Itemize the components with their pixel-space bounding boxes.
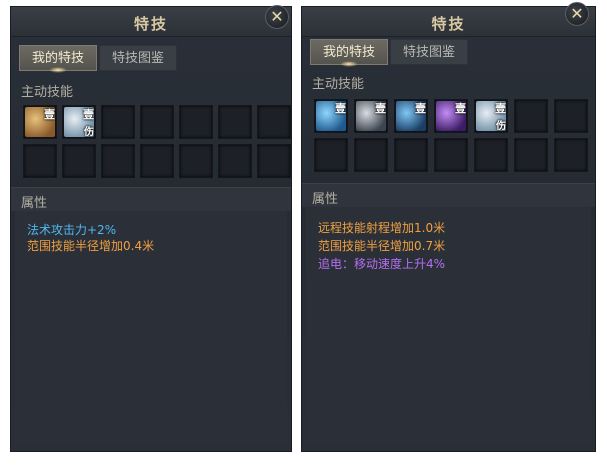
skill-tag-label: 伤 bbox=[84, 127, 94, 138]
skill-slot-empty[interactable] bbox=[179, 144, 213, 178]
skill-slot-empty[interactable] bbox=[257, 144, 291, 178]
tab-row: 我的特技 特技图鉴 bbox=[19, 45, 283, 73]
close-button[interactable]: ✕ bbox=[265, 5, 289, 29]
tab-skill-codex[interactable]: 特技图鉴 bbox=[99, 45, 177, 71]
skill-slot-filled[interactable]: 壹 bbox=[23, 105, 57, 139]
skill-slot-empty[interactable] bbox=[314, 138, 348, 172]
attributes-body: 远程技能射程增加1.0米 范围技能半径增加0.7米 追电：移动速度上升4% bbox=[306, 207, 591, 445]
attribute-line: 范围技能半径增加0.4米 bbox=[27, 239, 155, 253]
skill-slot-empty[interactable] bbox=[514, 138, 548, 172]
skill-slot-empty[interactable] bbox=[554, 138, 588, 172]
close-button[interactable]: ✕ bbox=[565, 2, 589, 26]
skill-rank-label: 壹 bbox=[495, 102, 506, 115]
attribute-line: 追电：移动速度上升4% bbox=[318, 257, 446, 271]
skill-slot-filled[interactable]: 壹 bbox=[394, 99, 428, 133]
tab-skill-codex[interactable]: 特技图鉴 bbox=[390, 39, 468, 65]
skill-panel-right: 特技 ✕ 我的特技 特技图鉴 主动技能 壹壹壹壹壹伤 属性 远程技能射程增加1.… bbox=[301, 2, 596, 452]
title-bar: 特技 bbox=[11, 7, 291, 37]
skill-slot-empty[interactable] bbox=[434, 138, 468, 172]
skill-slot-empty[interactable] bbox=[218, 105, 252, 139]
skill-slot-empty[interactable] bbox=[554, 99, 588, 133]
skill-slot-empty[interactable] bbox=[101, 144, 135, 178]
skill-rank-label: 壹 bbox=[415, 102, 426, 115]
attribute-line: 远程技能射程增加1.0米 bbox=[318, 221, 446, 235]
attributes-body: 法术攻击力+2% 范围技能半径增加0.4米 bbox=[15, 211, 287, 445]
title-bar: 特技 bbox=[302, 7, 595, 37]
skill-slot-empty[interactable] bbox=[62, 144, 96, 178]
panel-title: 特技 bbox=[133, 15, 168, 33]
skill-slot-empty[interactable] bbox=[474, 138, 508, 172]
active-skills-label: 主动技能 bbox=[21, 85, 74, 100]
skill-slot-empty[interactable] bbox=[140, 144, 174, 178]
skill-slot-empty[interactable] bbox=[514, 99, 548, 133]
skill-slot-empty[interactable] bbox=[140, 105, 174, 139]
skill-slot-empty[interactable] bbox=[218, 144, 252, 178]
skill-rank-label: 壹 bbox=[375, 102, 386, 115]
skill-slot-filled[interactable]: 壹 bbox=[354, 99, 388, 133]
skill-slot-filled[interactable]: 壹 bbox=[434, 99, 468, 133]
active-tab-glow bbox=[49, 67, 67, 73]
skill-slot-filled[interactable]: 壹 bbox=[314, 99, 348, 133]
attributes-label: 属性 bbox=[21, 196, 48, 211]
skill-slot-empty[interactable] bbox=[23, 144, 57, 178]
attribute-line: 范围技能半径增加0.7米 bbox=[318, 239, 446, 253]
skill-rank-label: 壹 bbox=[455, 102, 466, 115]
attributes-label: 属性 bbox=[312, 192, 339, 207]
skill-slot-empty[interactable] bbox=[101, 105, 135, 139]
panel-title: 特技 bbox=[431, 15, 466, 33]
attribute-line: 法术攻击力+2% bbox=[27, 223, 117, 237]
skill-slot-empty[interactable] bbox=[179, 105, 213, 139]
skill-tag-label: 伤 bbox=[496, 121, 506, 132]
skill-panel-left: 特技 ✕ 我的特技 特技图鉴 主动技能 壹壹伤 属性 法术攻击力+2% 范围技能… bbox=[10, 5, 292, 452]
skill-slot-filled[interactable]: 壹伤 bbox=[474, 99, 508, 133]
skill-rank-label: 壹 bbox=[44, 108, 55, 121]
skill-rank-label: 壹 bbox=[335, 102, 346, 115]
skill-slot-empty[interactable] bbox=[354, 138, 388, 172]
skill-rank-label: 壹 bbox=[83, 108, 94, 121]
skill-slot-filled[interactable]: 壹伤 bbox=[62, 105, 96, 139]
attributes-header: 属性 bbox=[11, 187, 291, 211]
tab-row: 我的特技 特技图鉴 bbox=[310, 39, 587, 67]
active-tab-glow bbox=[340, 61, 358, 67]
active-skills-label: 主动技能 bbox=[312, 77, 365, 92]
skill-slot-empty[interactable] bbox=[394, 138, 428, 172]
skill-slot-empty[interactable] bbox=[257, 105, 291, 139]
attributes-header: 属性 bbox=[302, 183, 595, 207]
